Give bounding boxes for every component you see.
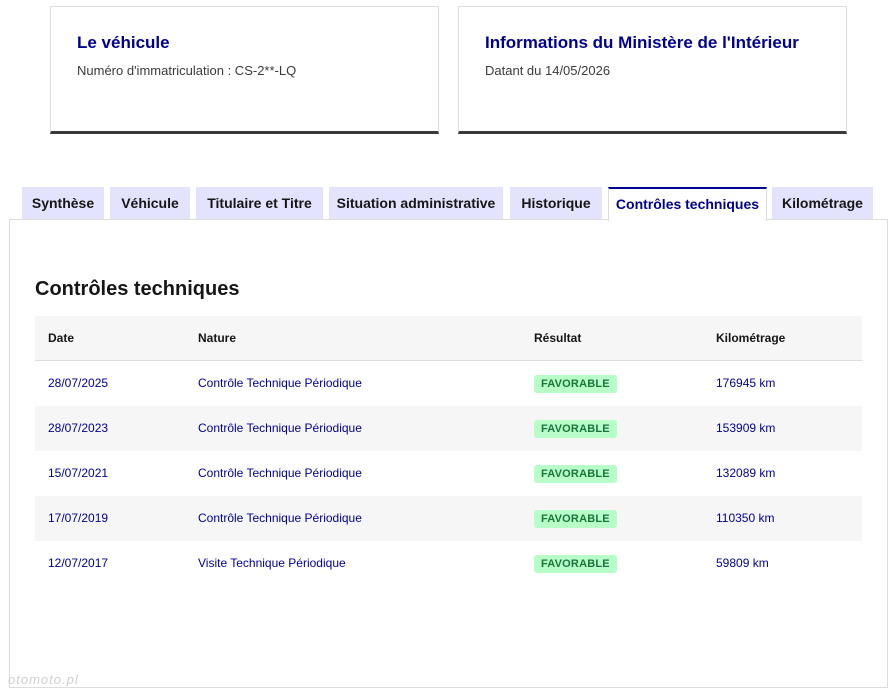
row-nature: Visite Technique Périodique bbox=[198, 556, 346, 570]
table-row: 15/07/2021 Contrôle Technique Périodique… bbox=[35, 451, 862, 496]
row-date: 28/07/2023 bbox=[48, 421, 109, 435]
row-km: 153909 km bbox=[716, 421, 776, 435]
result-badge: FAVORABLE bbox=[534, 374, 617, 393]
row-result: FAVORABLE bbox=[534, 541, 617, 586]
header-date: Date bbox=[48, 331, 75, 345]
tab-kilometrage[interactable]: Kilométrage bbox=[772, 187, 873, 220]
row-result: FAVORABLE bbox=[534, 496, 617, 541]
row-result: FAVORABLE bbox=[534, 361, 617, 406]
row-date: 17/07/2019 bbox=[48, 511, 109, 525]
row-nature: Contrôle Technique Périodique bbox=[198, 421, 362, 435]
vehicle-card-title: Le véhicule bbox=[77, 33, 170, 52]
tab-vehicule[interactable]: Véhicule bbox=[110, 187, 190, 220]
row-date: 12/07/2017 bbox=[48, 556, 109, 570]
row-nature: Contrôle Technique Périodique bbox=[198, 511, 362, 525]
result-badge: FAVORABLE bbox=[534, 509, 617, 528]
tab-titulaire-et-titre[interactable]: Titulaire et Titre bbox=[196, 187, 323, 220]
table-row: 17/07/2019 Contrôle Technique Périodique… bbox=[35, 496, 862, 541]
header-result: Résultat bbox=[534, 331, 582, 345]
row-result: FAVORABLE bbox=[534, 406, 617, 451]
header-km: Kilométrage bbox=[716, 331, 786, 345]
ministry-card: Informations du Ministère de l'Intérieur… bbox=[458, 6, 847, 134]
watermark: otomoto.pl bbox=[8, 672, 79, 687]
row-km: 176945 km bbox=[716, 376, 776, 390]
tab-panel: Contrôles techniques Date Nature Résulta… bbox=[9, 219, 888, 688]
tab-situation-administrative[interactable]: Situation administrative bbox=[329, 187, 503, 220]
row-km: 110350 km bbox=[716, 511, 775, 525]
result-badge: FAVORABLE bbox=[534, 554, 617, 573]
technical-inspections-table: Date Nature Résultat Kilométrage 28/07/2… bbox=[35, 316, 862, 586]
row-nature: Contrôle Technique Périodique bbox=[198, 466, 362, 480]
table-row: 28/07/2023 Contrôle Technique Périodique… bbox=[35, 406, 862, 451]
tab-synthese[interactable]: Synthèse bbox=[22, 187, 104, 220]
ministry-date: Datant du 14/05/2026 bbox=[485, 63, 611, 78]
tab-historique[interactable]: Historique bbox=[510, 187, 602, 220]
tab-controles-techniques[interactable]: Contrôles techniques bbox=[608, 187, 767, 221]
table-row: 12/07/2017 Visite Technique Périodique F… bbox=[35, 541, 862, 586]
row-result: FAVORABLE bbox=[534, 451, 617, 496]
row-nature: Contrôle Technique Périodique bbox=[198, 376, 362, 390]
registration-number: Numéro d'immatriculation : CS-2**-LQ bbox=[77, 63, 297, 78]
header-nature: Nature bbox=[198, 331, 237, 345]
result-badge: FAVORABLE bbox=[534, 464, 617, 483]
row-date: 15/07/2021 bbox=[48, 466, 109, 480]
result-badge: FAVORABLE bbox=[534, 419, 617, 438]
section-title: Contrôles techniques bbox=[35, 278, 240, 300]
table-header-row: Date Nature Résultat Kilométrage bbox=[35, 316, 862, 361]
row-date: 28/07/2025 bbox=[48, 376, 109, 390]
ministry-card-title: Informations du Ministère de l'Intérieur bbox=[485, 33, 799, 52]
table-row: 28/07/2025 Contrôle Technique Périodique… bbox=[35, 361, 862, 406]
vehicle-card: Le véhicule Numéro d'immatriculation : C… bbox=[50, 6, 439, 134]
row-km: 132089 km bbox=[716, 466, 776, 480]
row-km: 59809 km bbox=[716, 556, 769, 570]
